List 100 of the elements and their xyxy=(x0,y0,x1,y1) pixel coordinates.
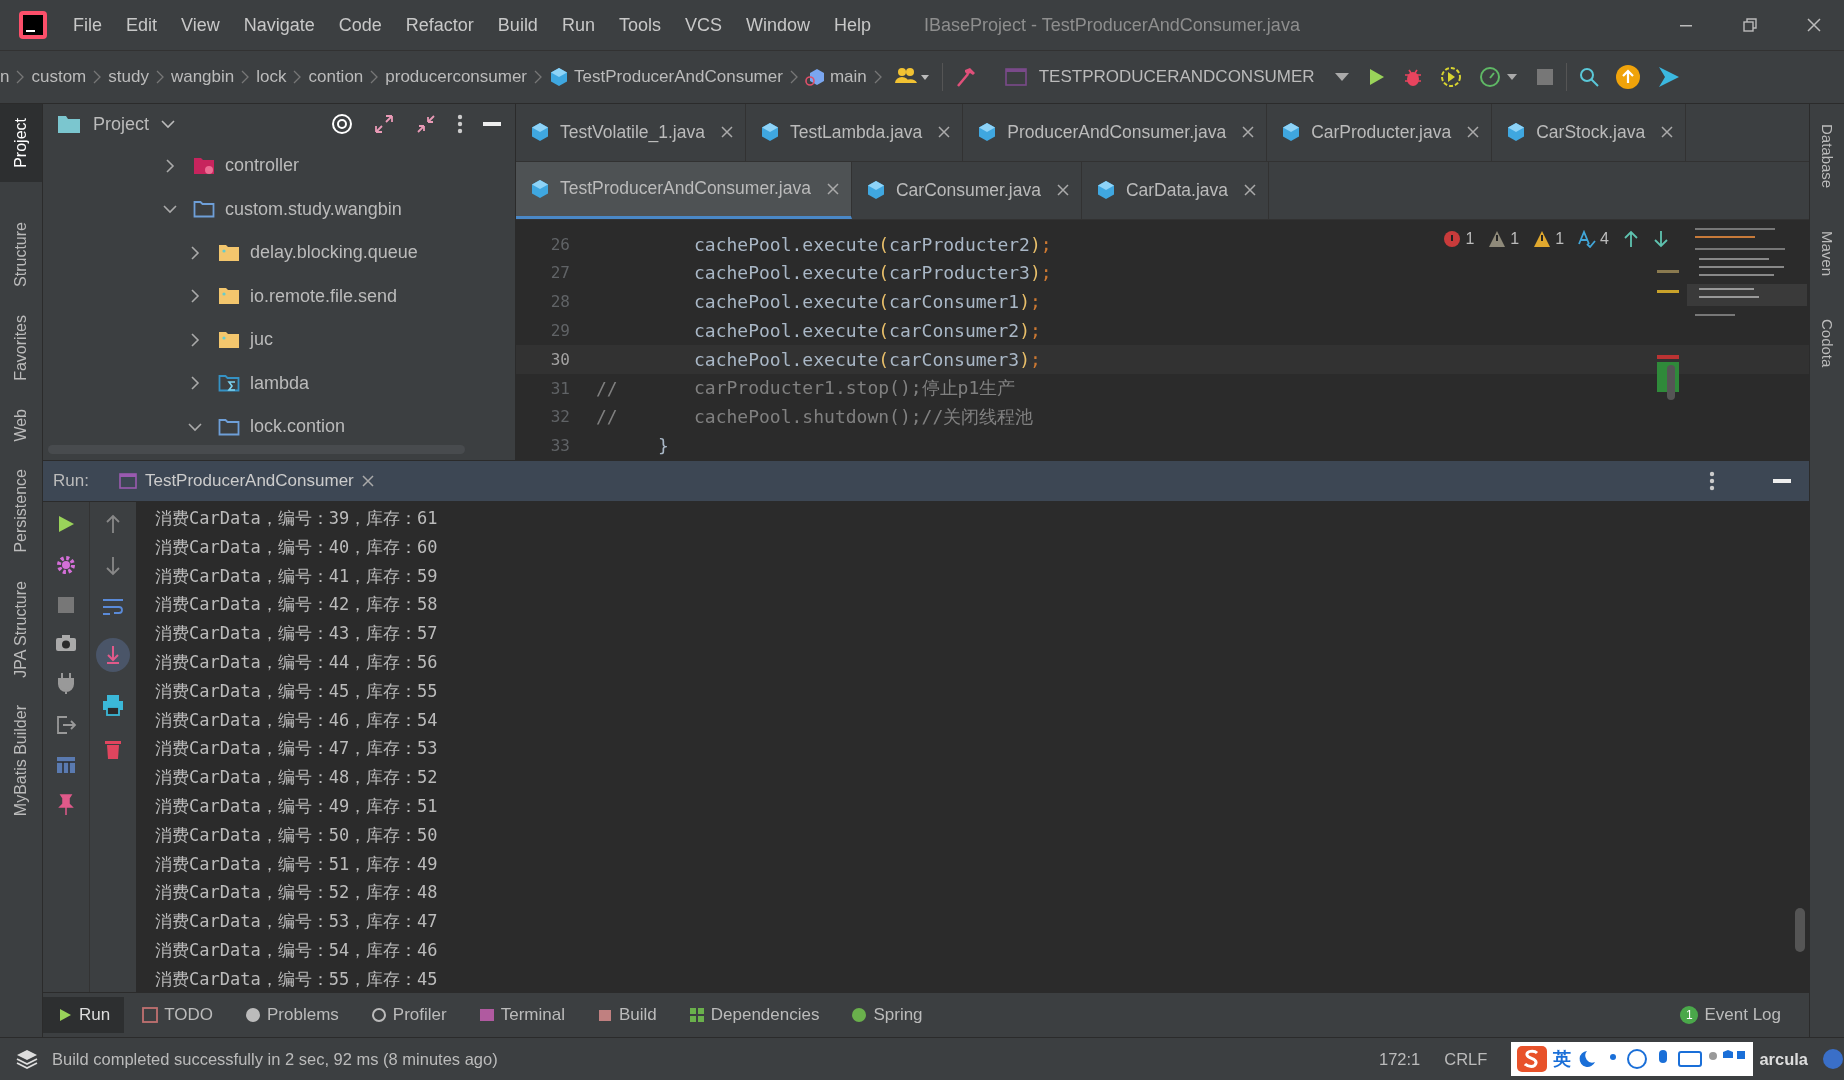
breadcrumb-item[interactable]: wangbin xyxy=(170,67,235,87)
status-message: Build completed successfully in 2 sec, 92 ms (8 minutes ago) xyxy=(52,1049,498,1069)
menu-item[interactable]: Tools xyxy=(607,10,672,40)
code-line: cachePool.execute(carConsumer2); xyxy=(694,319,1041,341)
input-method-toolbar[interactable]: 英 xyxy=(1511,1042,1754,1076)
tool-tab[interactable]: Run xyxy=(43,997,125,1033)
tree-item[interactable]: delay.blocking.queue xyxy=(250,242,418,264)
breadcrumb-item[interactable]: study xyxy=(108,67,149,87)
editor-tab[interactable]: CarProducter.java xyxy=(1267,104,1493,161)
editor-tab[interactable]: CarConsumer.java xyxy=(851,161,1082,219)
code-line: cachePool.execute(carProducter3); xyxy=(694,262,1052,284)
tool-tab[interactable]: Problems xyxy=(231,997,353,1033)
editor-tab[interactable]: TestLambda.java xyxy=(745,104,964,161)
tool-window-tab[interactable]: Maven xyxy=(1818,231,1836,280)
console-tab[interactable]: TestProducerAndConsumer xyxy=(118,471,374,491)
inspection-count[interactable]: 4 xyxy=(1578,229,1609,248)
breadcrumb-item[interactable]: main xyxy=(804,67,867,87)
tool-window-tab[interactable]: Structure xyxy=(0,181,42,301)
menu-item[interactable]: VCS xyxy=(673,10,733,40)
tool-tab[interactable]: Terminal xyxy=(464,997,579,1033)
tool-window-tab[interactable]: Favorites xyxy=(0,300,42,395)
tree-item[interactable]: lambda xyxy=(250,372,310,394)
tool-window-tab[interactable]: Database xyxy=(1818,124,1836,192)
tree-item[interactable]: custom.study.wangbin xyxy=(225,198,402,220)
console-line: 消费CarData，编号：39，库存：61 xyxy=(155,507,438,530)
caret-position[interactable]: 172:1 xyxy=(1379,1049,1421,1069)
breadcrumb-item[interactable]: TestProducerAndConsumer xyxy=(549,67,783,87)
menu-item[interactable]: Refactor xyxy=(394,10,485,40)
breadcrumb-item[interactable]: contion xyxy=(308,67,364,87)
editor-tab[interactable]: TestProducerAndConsumer.java xyxy=(516,161,852,219)
console-line: 消费CarData，编号：46，库存：54 xyxy=(155,708,438,732)
line-separator[interactable]: CRLF xyxy=(1444,1049,1488,1069)
console-line: 消费CarData，编号：45，库存：55 xyxy=(155,679,438,703)
tree-item[interactable]: juc xyxy=(250,329,273,351)
inspection-count[interactable]: 1 xyxy=(1533,229,1565,248)
breadcrumb-item[interactable]: lock xyxy=(256,67,287,87)
console-line: 消费CarData，编号：50，库存：50 xyxy=(155,823,438,847)
tool-window-tab[interactable]: MyBatis Builder xyxy=(0,691,42,831)
console-line: 消费CarData，编号：44，库存：56 xyxy=(155,651,438,674)
event-log-tab[interactable]: 1 Event Log xyxy=(1666,997,1795,1033)
console-line: 消费CarData，编号：48，库存：52 xyxy=(155,766,438,790)
tool-tab[interactable]: Build xyxy=(582,997,671,1033)
line-number: 26 xyxy=(549,234,570,254)
count-badge: 1 xyxy=(1680,1006,1699,1024)
tree-item[interactable]: controller xyxy=(225,155,300,177)
tool-window-tab[interactable]: Web xyxy=(0,394,42,456)
menu-item[interactable]: Run xyxy=(550,10,606,40)
menu-item[interactable]: File xyxy=(62,10,113,40)
console-line: 消费CarData，编号：40，库存：60 xyxy=(155,535,438,559)
code-comment: cachePool.shutdown();//关闭线程池 xyxy=(694,404,1034,429)
panel-title[interactable]: Project xyxy=(93,113,150,135)
menu-item[interactable]: Navigate xyxy=(232,10,326,40)
menu-item[interactable]: Build xyxy=(486,10,549,40)
tool-tab[interactable]: Profiler xyxy=(356,997,461,1033)
menu-item[interactable]: Help xyxy=(823,10,883,40)
console-line: 消费CarData，编号：54，库存：46 xyxy=(155,938,438,962)
menu-item[interactable]: Code xyxy=(327,10,393,40)
console-line: 消费CarData，编号：51，库存：49 xyxy=(155,852,438,876)
line-number: 29 xyxy=(549,320,570,340)
console-line: 消费CarData，编号：55，库存：45 xyxy=(155,967,438,991)
theme-name[interactable]: arcula xyxy=(1759,1049,1808,1069)
tool-tab[interactable]: Spring xyxy=(837,997,937,1033)
inspection-count[interactable]: 1 xyxy=(1488,229,1520,248)
menu-item[interactable]: Window xyxy=(734,10,821,40)
line-number: 27 xyxy=(549,263,570,283)
run-configuration-selector[interactable]: TESTPRODUCERANDCONSUMER xyxy=(1038,67,1315,87)
line-number: 33 xyxy=(549,436,570,456)
breadcrumb-item[interactable]: producerconsumer xyxy=(385,67,528,87)
tool-tab[interactable]: Dependencies xyxy=(674,997,834,1033)
menu-item[interactable]: Edit xyxy=(115,10,169,40)
code-comment: carProducter1.stop();停止p1生产 xyxy=(694,376,1016,400)
line-number: 31 xyxy=(549,378,570,398)
editor-tab[interactable]: CarStock.java xyxy=(1492,104,1687,161)
tool-window-tab[interactable]: Persistence xyxy=(0,455,42,567)
line-number: 30 xyxy=(549,349,570,369)
console-line: 消费CarData，编号：52，库存：48 xyxy=(155,881,438,905)
tool-window-tab[interactable]: Project xyxy=(0,104,42,182)
tool-tab[interactable]: TODO xyxy=(128,997,227,1033)
line-number: 32 xyxy=(549,407,570,427)
breadcrumb-item[interactable]: n xyxy=(0,67,10,87)
panel-label: Run: xyxy=(53,471,89,491)
breadcrumb-item[interactable]: custom xyxy=(31,67,87,87)
code-line: } xyxy=(658,435,669,457)
console-line: 消费CarData，编号：47，库存：53 xyxy=(155,737,438,761)
console-line: 消费CarData，编号：41，库存：59 xyxy=(155,564,438,588)
line-number: 28 xyxy=(549,292,570,312)
editor-tab[interactable]: CarData.java xyxy=(1081,161,1270,219)
comment-marker: // xyxy=(596,406,618,428)
tool-window-tab[interactable]: Codota xyxy=(1818,319,1836,371)
menu-item[interactable]: View xyxy=(170,10,231,40)
code-line: cachePool.execute(carConsumer3); xyxy=(694,348,1041,370)
tool-window-tab[interactable]: JPA Structure xyxy=(0,566,42,692)
tree-item[interactable]: lock.contion xyxy=(250,416,346,438)
tree-item[interactable]: io.remote.file.send xyxy=(250,285,398,307)
editor-tab[interactable]: ProducerAndConsumer.java xyxy=(963,104,1268,161)
input-mode-label[interactable]: 英 xyxy=(1553,1047,1572,1071)
editor-tab[interactable]: TestVolatile_1.java xyxy=(516,104,746,161)
inspection-count[interactable]: 1 xyxy=(1443,229,1475,248)
console-line: 消费CarData，编号：53，库存：47 xyxy=(155,910,438,934)
console-line: 消费CarData，编号：43，库存：57 xyxy=(155,622,438,646)
